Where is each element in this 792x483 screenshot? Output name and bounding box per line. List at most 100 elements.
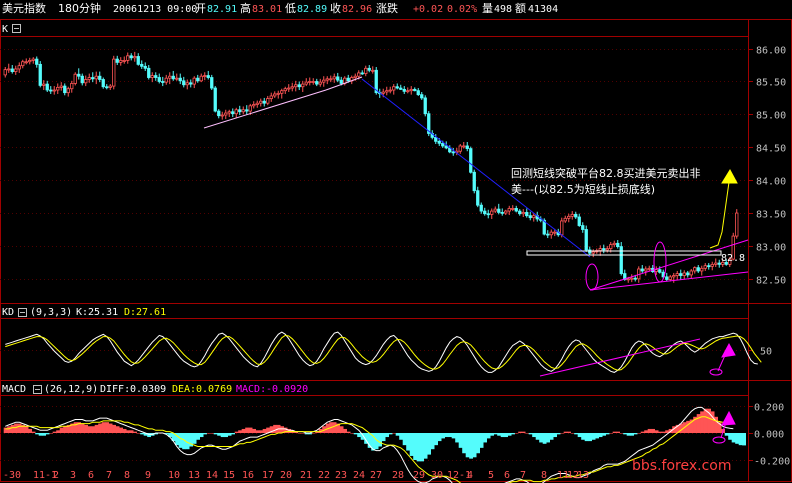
candle-body bbox=[707, 265, 711, 268]
candle-body bbox=[157, 77, 161, 82]
macd-bar bbox=[560, 433, 564, 434]
change-value: +0.02 bbox=[413, 4, 443, 15]
macd-bar bbox=[455, 433, 459, 443]
candle-body bbox=[434, 136, 438, 142]
macd-bar bbox=[542, 433, 547, 444]
candle-body bbox=[644, 268, 648, 272]
trendline-pink-upper bbox=[203, 89, 327, 129]
candle-body bbox=[220, 114, 224, 117]
macd-bar bbox=[735, 433, 739, 444]
macd-bar bbox=[437, 433, 442, 442]
candle-body bbox=[80, 75, 84, 84]
candle-body bbox=[479, 204, 483, 212]
candle-body bbox=[73, 73, 77, 84]
candle-body bbox=[423, 97, 427, 115]
macd-bar bbox=[196, 433, 200, 440]
macd-bar bbox=[38, 433, 43, 436]
date-tick-label: 13 bbox=[188, 470, 200, 481]
macd-bar bbox=[472, 433, 477, 458]
open-label: 开 bbox=[195, 2, 206, 15]
candle-body bbox=[154, 75, 158, 78]
kd-d-value: 27.61 bbox=[136, 307, 166, 318]
macd-bar bbox=[574, 433, 578, 435]
candle-body bbox=[255, 102, 259, 105]
candle-body bbox=[598, 248, 602, 251]
macd-bar bbox=[507, 433, 512, 436]
macd-bar bbox=[136, 433, 141, 434]
candle-body bbox=[703, 265, 707, 269]
kline-collapse-button[interactable] bbox=[12, 24, 21, 33]
candle-body bbox=[164, 77, 168, 83]
candle-body bbox=[399, 87, 403, 90]
candle-body bbox=[38, 63, 42, 86]
candle-body bbox=[290, 86, 294, 89]
date-tick-label: 7 bbox=[106, 470, 112, 481]
macd-bar bbox=[413, 433, 417, 460]
candle-body bbox=[668, 276, 672, 280]
macd-bar bbox=[262, 428, 267, 433]
macd-bar bbox=[343, 428, 347, 433]
candle-body bbox=[87, 77, 91, 80]
macd-collapse-button[interactable] bbox=[33, 385, 42, 394]
macd-bar bbox=[742, 433, 746, 446]
candle-body bbox=[437, 140, 441, 144]
candle-body bbox=[3, 69, 7, 76]
dea-label: DEA: bbox=[172, 384, 196, 395]
macd-bar bbox=[441, 433, 445, 439]
candle-body bbox=[259, 100, 263, 104]
candle-body bbox=[409, 88, 413, 92]
price-tick-label: 84.50 bbox=[756, 144, 786, 155]
macd-bar bbox=[63, 426, 67, 433]
annotation-line-1: 回测短线突破平台82.8买进美元卖出非 bbox=[511, 166, 701, 180]
candle-body bbox=[287, 87, 291, 90]
macd-bar bbox=[637, 433, 641, 434]
candle-body bbox=[483, 210, 487, 215]
candle-body bbox=[17, 65, 21, 70]
macd-bar bbox=[248, 427, 253, 433]
candle-body bbox=[444, 145, 448, 149]
macd-bar bbox=[80, 423, 85, 433]
macd-bar bbox=[87, 426, 92, 433]
candle-body bbox=[206, 75, 210, 78]
macd-bar bbox=[255, 430, 260, 433]
candle-body bbox=[108, 85, 112, 88]
stock-chart[interactable]: 美元指数 180分钟 20061213 09:00 开 82.91 高 83.0… bbox=[0, 0, 792, 483]
candle-body bbox=[679, 273, 683, 276]
candle-body bbox=[413, 88, 417, 92]
candle-body bbox=[336, 76, 340, 81]
candle-body bbox=[672, 275, 676, 278]
macd-header: MACD (26,12,9) DIFF: 0.0309 DEA: 0.0769 … bbox=[2, 384, 308, 395]
macd-bar bbox=[661, 431, 666, 433]
date-tick-label: 24 bbox=[353, 470, 365, 481]
macd-bar bbox=[427, 433, 431, 455]
date-tick-label: 2 bbox=[53, 470, 59, 481]
kd-collapse-button[interactable] bbox=[18, 308, 27, 317]
candle-body bbox=[24, 61, 28, 64]
macd-bar bbox=[252, 428, 256, 433]
candle-body bbox=[136, 56, 140, 65]
macd-bar bbox=[395, 433, 400, 436]
macd-bar bbox=[17, 423, 22, 433]
macd-bar bbox=[532, 433, 536, 438]
macd-bar bbox=[227, 433, 232, 436]
candle-body bbox=[196, 77, 200, 82]
candle-body bbox=[273, 93, 277, 97]
candle-body bbox=[133, 56, 137, 59]
macd-bar bbox=[7, 426, 11, 433]
candle-body bbox=[59, 85, 63, 88]
macd-bar bbox=[626, 433, 631, 436]
macd-bar bbox=[105, 422, 109, 433]
candle-body bbox=[28, 60, 32, 63]
macd-bar bbox=[434, 433, 438, 446]
datetime-label: 20061213 09:00 bbox=[113, 4, 197, 15]
macd-bar bbox=[581, 433, 585, 440]
macd-bar bbox=[297, 433, 302, 434]
macd-bar bbox=[570, 433, 575, 434]
candle-body bbox=[700, 267, 704, 272]
macd-bar bbox=[602, 433, 606, 436]
candle-body bbox=[101, 79, 105, 88]
macd-bar bbox=[738, 433, 743, 446]
candle-body bbox=[77, 73, 81, 77]
candle-body bbox=[514, 208, 518, 212]
macd-bar bbox=[357, 433, 361, 438]
